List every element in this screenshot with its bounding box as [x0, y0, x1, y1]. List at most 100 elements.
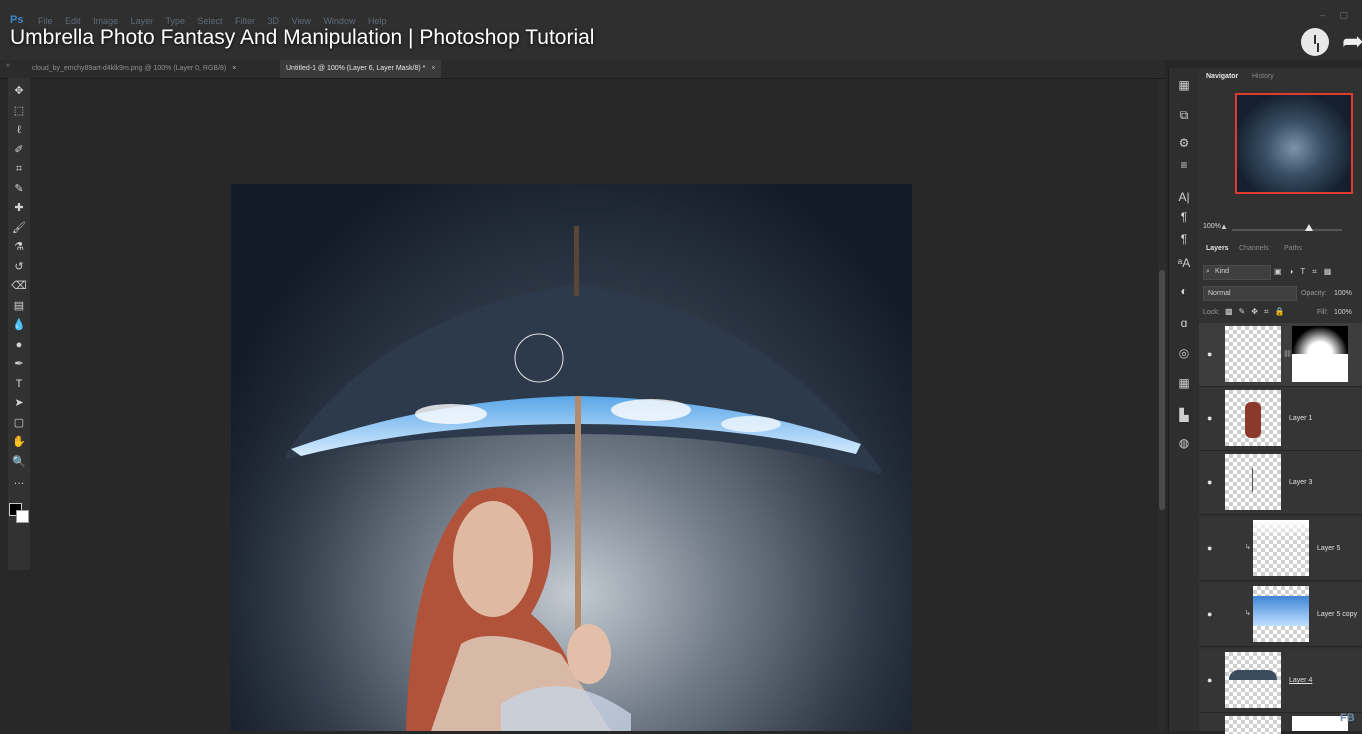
3d-icon[interactable]: ◍: [1174, 434, 1194, 452]
quick-select-tool-icon[interactable]: ✐: [8, 141, 30, 160]
layer-name: Layer 4: [1289, 677, 1313, 684]
tab-untitled-document[interactable]: Untitled-1 @ 100% (Layer 6, Layer Mask/8…: [280, 60, 442, 78]
tab-cloud-document[interactable]: cloud_by_emchy89art-d4klk9m.png @ 100% (…: [26, 60, 243, 78]
umbrella-shaft: [575, 396, 581, 641]
umbrella-tip: [574, 226, 579, 296]
menu-layer[interactable]: Layer: [131, 16, 154, 26]
filter-type-icons[interactable]: ▣◑T⌗▦: [1274, 267, 1338, 277]
tab-paths[interactable]: Paths: [1284, 245, 1302, 252]
visibility-eye-icon[interactable]: ●: [1207, 543, 1212, 553]
tab-label: Untitled-1 @ 100% (Layer 6, Layer Mask/8…: [286, 65, 426, 72]
character-icon[interactable]: A|: [1174, 188, 1194, 206]
blur-tool-icon[interactable]: 💧: [8, 316, 30, 335]
layer-row-5[interactable]: ● ↳ Layer 5: [1199, 517, 1362, 581]
tab-channels[interactable]: Channels: [1239, 245, 1269, 252]
layer-row-partial[interactable]: [1199, 713, 1362, 734]
histogram-icon[interactable]: ▙: [1174, 406, 1194, 424]
gradient-tool-icon[interactable]: ▤: [8, 297, 30, 316]
history-brush-tool-icon[interactable]: ↺: [8, 258, 30, 277]
layer-row-6[interactable]: ● ⛓: [1199, 323, 1362, 387]
visibility-eye-icon[interactable]: ●: [1207, 477, 1212, 487]
layer-row-1[interactable]: ● Layer 1: [1199, 387, 1362, 451]
crop-tool-icon[interactable]: ⌗: [8, 160, 30, 179]
menu-type[interactable]: Type: [165, 16, 185, 26]
learn-icon[interactable]: ⧉: [1174, 106, 1194, 124]
blend-mode-value: Normal: [1208, 290, 1231, 297]
shape-tool-icon[interactable]: ▢: [8, 414, 30, 433]
swatches-icon[interactable]: ◎: [1174, 344, 1194, 362]
close-icon[interactable]: ×: [431, 65, 435, 72]
lasso-tool-icon[interactable]: ℓ: [8, 121, 30, 140]
layer-mask-thumbnail[interactable]: [1292, 326, 1348, 382]
paragraph-icon[interactable]: ¶: [1174, 208, 1194, 226]
share-icon[interactable]: ➦: [1342, 28, 1362, 54]
layer-name: Layer 5 copy: [1317, 611, 1358, 618]
opacity-value[interactable]: 100%: [1334, 290, 1352, 297]
move-tool-icon[interactable]: ✥: [8, 82, 30, 101]
path-select-tool-icon[interactable]: ➤: [8, 394, 30, 413]
layer-row-5-copy[interactable]: ● ↳ Layer 5 copy: [1199, 583, 1362, 647]
menu-view[interactable]: View: [292, 16, 311, 26]
menu-file[interactable]: File: [38, 16, 53, 26]
fill-value[interactable]: 100%: [1334, 309, 1352, 316]
color-icon[interactable]: ◐: [1174, 282, 1194, 300]
window-controls[interactable]: – ▢: [1320, 10, 1354, 21]
visibility-eye-icon[interactable]: ●: [1207, 349, 1212, 359]
zoom-slider-knob[interactable]: [1305, 224, 1313, 231]
eyedropper-tool-icon[interactable]: ✎: [8, 180, 30, 199]
more-tools-icon[interactable]: …: [8, 472, 30, 491]
watch-later-icon[interactable]: [1301, 28, 1329, 56]
photoshop-logo: Ps: [10, 14, 24, 26]
navigator-preview[interactable]: [1235, 93, 1353, 194]
zoom-tool-icon[interactable]: 🔍: [8, 453, 30, 472]
lock-icons[interactable]: ▩✎✥⌗🔒: [1225, 307, 1290, 317]
link-icon[interactable]: ⛓: [1283, 350, 1292, 358]
menu-select[interactable]: Select: [197, 16, 222, 26]
eraser-tool-icon[interactable]: ⌫: [8, 277, 30, 296]
brush-tool-icon[interactable]: 🖌: [8, 219, 30, 238]
zoom-slider[interactable]: [1232, 229, 1342, 231]
libraries-icon[interactable]: ▦: [1174, 76, 1194, 94]
healing-tool-icon[interactable]: ✚: [8, 199, 30, 218]
document-canvas[interactable]: [231, 184, 912, 731]
glyphs-icon[interactable]: ɑ: [1174, 314, 1194, 332]
properties-icon[interactable]: ⚙: [1174, 134, 1194, 152]
menu-items: File Edit Image Layer Type Select Filter…: [38, 16, 396, 26]
collapse-icon[interactable]: »: [6, 62, 10, 69]
dodge-tool-icon[interactable]: ●: [8, 336, 30, 355]
zoom-out-icon[interactable]: ▲: [1220, 222, 1228, 231]
close-icon[interactable]: ×: [232, 65, 236, 72]
type-tool-icon[interactable]: T: [8, 375, 30, 394]
visibility-eye-icon[interactable]: ●: [1207, 609, 1212, 619]
character-styles-icon[interactable]: ᵃA: [1174, 254, 1194, 272]
hand-tool-icon[interactable]: ✋: [8, 433, 30, 452]
pen-tool-icon[interactable]: ✒: [8, 355, 30, 374]
layer-row-4[interactable]: ● Layer 4: [1199, 649, 1362, 713]
menu-image[interactable]: Image: [93, 16, 118, 26]
table-icon[interactable]: ▦: [1174, 374, 1194, 392]
layer-name: Layer 5: [1317, 545, 1341, 552]
background-color-swatch[interactable]: [16, 510, 29, 523]
layer-thumbnail: [1225, 390, 1281, 446]
menu-3d[interactable]: 3D: [268, 16, 280, 26]
menu-filter[interactable]: Filter: [235, 16, 255, 26]
opacity-label: Opacity:: [1301, 290, 1327, 297]
tab-history[interactable]: History: [1252, 73, 1274, 80]
tab-navigator[interactable]: Navigator: [1206, 73, 1238, 80]
clipping-icon: ↳: [1245, 544, 1251, 551]
menu-help[interactable]: Help: [368, 16, 387, 26]
zoom-level[interactable]: 100%: [1203, 223, 1221, 230]
marquee-tool-icon[interactable]: ⬚: [8, 102, 30, 121]
layer-filter-select[interactable]: [1203, 265, 1271, 280]
tab-layers[interactable]: Layers: [1206, 245, 1229, 252]
visibility-eye-icon[interactable]: ●: [1207, 413, 1212, 423]
menu-window[interactable]: Window: [323, 16, 355, 26]
scrollbar-thumb[interactable]: [1159, 270, 1165, 510]
woman-hand: [567, 624, 611, 684]
adjustments-icon[interactable]: ≡: [1174, 156, 1194, 174]
menu-edit[interactable]: Edit: [65, 16, 81, 26]
stamp-tool-icon[interactable]: ⚗: [8, 238, 30, 257]
layer-row-3[interactable]: ● Layer 3: [1199, 451, 1362, 515]
visibility-eye-icon[interactable]: ●: [1207, 675, 1212, 685]
paragraph-styles-icon[interactable]: ¶: [1174, 230, 1194, 248]
